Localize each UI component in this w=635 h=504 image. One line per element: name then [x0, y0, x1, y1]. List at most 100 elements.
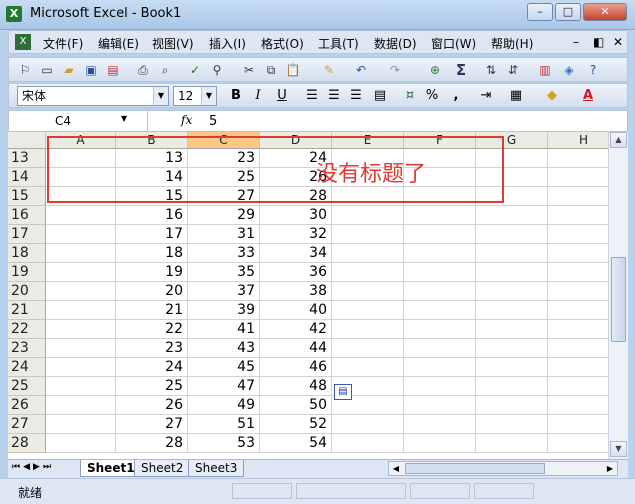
new-icon[interactable]: ▭ [39, 62, 55, 78]
grid-cell[interactable] [548, 187, 608, 206]
menu-insert[interactable]: 插入(I) [209, 35, 246, 52]
grid-cell[interactable]: 37 [188, 282, 260, 301]
grid-cell[interactable] [548, 301, 608, 320]
grid-cell[interactable] [404, 206, 476, 225]
align-left-icon[interactable]: ☰ [303, 87, 321, 105]
grid-cell[interactable] [404, 320, 476, 339]
chart-wizard-icon[interactable]: ▥ [537, 62, 553, 78]
grid-cell[interactable] [404, 244, 476, 263]
grid-cell[interactable] [46, 396, 116, 415]
grid-cell[interactable] [476, 225, 548, 244]
grid-cell[interactable]: 22 [116, 320, 188, 339]
grid-cell[interactable] [404, 434, 476, 453]
grid-cell[interactable] [404, 339, 476, 358]
grid-cell[interactable] [404, 225, 476, 244]
permission-icon[interactable]: ⚐ [17, 62, 33, 78]
grid-cell[interactable]: 48 [260, 377, 332, 396]
hyperlink-icon[interactable]: ⊕ [427, 62, 443, 78]
permission-doc-icon[interactable]: ▤ [105, 62, 121, 78]
grid-cell[interactable] [548, 225, 608, 244]
row-header[interactable]: 23 [8, 339, 46, 358]
align-center-icon[interactable]: ☰ [325, 87, 343, 105]
sheet-tab-1[interactable]: Sheet1 [80, 460, 142, 477]
scroll-left-icon[interactable]: ◀ [389, 462, 403, 475]
grid-cell[interactable] [332, 320, 404, 339]
menu-tools[interactable]: 工具(T) [318, 35, 359, 52]
menu-window[interactable]: 窗口(W) [431, 35, 476, 52]
sheet-tab-3[interactable]: Sheet3 [188, 460, 245, 477]
grid-cell[interactable]: 40 [260, 301, 332, 320]
grid-cell[interactable]: 34 [260, 244, 332, 263]
grid-cell[interactable]: 19 [116, 263, 188, 282]
grid-cell[interactable] [332, 358, 404, 377]
grid-cell[interactable]: 30 [260, 206, 332, 225]
sheet-nav-icons[interactable]: ⏮◀▶⏭ [12, 462, 54, 472]
grid-cell[interactable]: 46 [260, 358, 332, 377]
grid-cell[interactable]: 31 [188, 225, 260, 244]
grid-cell[interactable]: 17 [116, 225, 188, 244]
menu-view[interactable]: 视图(V) [152, 35, 194, 52]
menu-format[interactable]: 格式(O) [261, 35, 304, 52]
grid-cell[interactable] [476, 396, 548, 415]
grid-cell[interactable]: 35 [188, 263, 260, 282]
row-header[interactable]: 20 [8, 282, 46, 301]
grid-cell[interactable]: 36 [260, 263, 332, 282]
autosum-icon[interactable]: Σ [453, 62, 469, 78]
grid-cell[interactable] [332, 339, 404, 358]
align-right-icon[interactable]: ☰ [347, 87, 365, 105]
row-header[interactable]: 14 [8, 168, 46, 187]
name-box[interactable]: C4 ▼ [9, 111, 148, 131]
column-header[interactable]: H [548, 132, 608, 149]
chevron-down-icon[interactable]: ▼ [201, 87, 216, 105]
grid-cell[interactable] [548, 396, 608, 415]
percent-button[interactable]: % [423, 87, 441, 105]
grid-cell[interactable]: 32 [260, 225, 332, 244]
grid-cell[interactable]: 33 [188, 244, 260, 263]
grid-cell[interactable] [548, 149, 608, 168]
grid-cell[interactable] [332, 282, 404, 301]
italic-button[interactable]: I [249, 87, 267, 105]
font-name-combo[interactable]: 宋体 ▼ [17, 86, 169, 106]
grid-cell[interactable] [476, 282, 548, 301]
grid-cell[interactable] [476, 415, 548, 434]
grid-cell[interactable]: 49 [188, 396, 260, 415]
menu-data[interactable]: 数据(D) [374, 35, 417, 52]
grid-cell[interactable]: 45 [188, 358, 260, 377]
grid-cell[interactable] [404, 377, 476, 396]
row-header[interactable]: 22 [8, 320, 46, 339]
sheet-tab-2[interactable]: Sheet2 [134, 460, 191, 477]
grid-cell[interactable]: 25 [116, 377, 188, 396]
grid-cell[interactable]: 54 [260, 434, 332, 453]
row-header[interactable]: 17 [8, 225, 46, 244]
grid-cell[interactable] [46, 415, 116, 434]
chevron-down-icon[interactable]: ▼ [121, 114, 127, 123]
formula-input[interactable]: 5 [205, 111, 625, 131]
maximize-button[interactable]: □ [555, 3, 581, 21]
workbook-icon[interactable]: X [15, 34, 31, 50]
grid-cell[interactable] [548, 415, 608, 434]
paste-options-icon[interactable]: ▤ [334, 384, 352, 400]
insert-function-icon[interactable]: fx [181, 113, 192, 127]
grid-cell[interactable]: 53 [188, 434, 260, 453]
bold-button[interactable]: B [227, 87, 245, 105]
row-header[interactable]: 13 [8, 149, 46, 168]
grid-cell[interactable] [46, 263, 116, 282]
minimize-button[interactable]: – [527, 3, 553, 21]
row-header[interactable]: 16 [8, 206, 46, 225]
horizontal-scrollbar[interactable]: ◀ ▶ [388, 461, 618, 476]
grid-cell[interactable]: 23 [116, 339, 188, 358]
grid-cell[interactable]: 51 [188, 415, 260, 434]
grid-cell[interactable] [548, 320, 608, 339]
grid-cell[interactable] [548, 434, 608, 453]
grid-cell[interactable] [332, 301, 404, 320]
scroll-up-icon[interactable]: ▲ [610, 132, 627, 148]
chevron-down-icon[interactable]: ▼ [153, 87, 168, 105]
currency-icon[interactable]: ¤ [401, 87, 419, 105]
grid-cell[interactable] [46, 282, 116, 301]
grid-cell[interactable] [332, 263, 404, 282]
grid-cell[interactable]: 29 [188, 206, 260, 225]
print-preview-icon[interactable]: ⌕ [157, 62, 173, 78]
grid-cell[interactable] [548, 358, 608, 377]
grid-cell[interactable] [332, 434, 404, 453]
doc-restore-button[interactable]: ◧ [593, 35, 604, 49]
